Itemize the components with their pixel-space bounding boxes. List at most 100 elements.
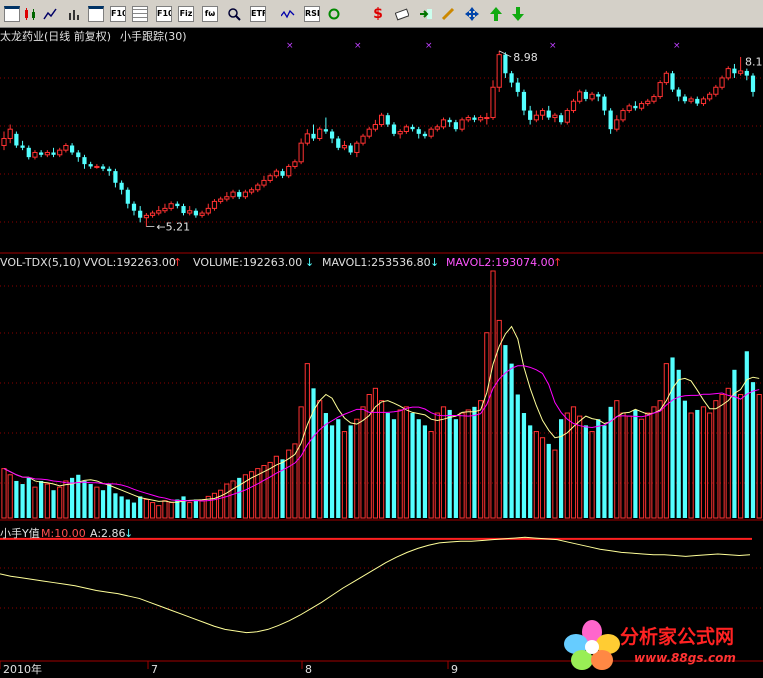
f10-text-button-label: F10 bbox=[156, 6, 172, 22]
candle-body-up bbox=[224, 196, 230, 200]
grid-icon[interactable] bbox=[130, 4, 150, 24]
volume-bar-up bbox=[162, 500, 168, 519]
new-window-icon[interactable] bbox=[2, 4, 22, 24]
candlestick-chart-icon[interactable] bbox=[20, 4, 40, 24]
candle-body-down bbox=[119, 182, 124, 190]
formula-icon[interactable]: fω bbox=[200, 4, 220, 24]
candle-body-up bbox=[533, 114, 539, 121]
candle-body-down bbox=[329, 131, 335, 139]
candle-body-up bbox=[465, 117, 471, 121]
bar-chart-icon[interactable] bbox=[64, 4, 84, 24]
volume-bar-down bbox=[14, 480, 19, 518]
f10-button-label: F10 bbox=[110, 6, 126, 22]
f10-text-button[interactable]: F10 bbox=[154, 4, 174, 24]
candle-body-down bbox=[583, 91, 588, 99]
wave-icon[interactable] bbox=[278, 4, 298, 24]
candle-body-down bbox=[391, 124, 397, 134]
candle-body-up bbox=[738, 70, 744, 74]
import-icon[interactable] bbox=[416, 4, 436, 24]
candle-body-down bbox=[113, 171, 118, 183]
volume-bar-up bbox=[478, 400, 484, 519]
pencil-icon[interactable] bbox=[438, 4, 458, 24]
volume-bar-down bbox=[602, 425, 607, 518]
rsi-button[interactable]: RSI bbox=[302, 4, 322, 24]
candle-body-down bbox=[181, 206, 186, 214]
arrow-down-icon[interactable] bbox=[508, 4, 528, 24]
candle-body-up bbox=[725, 68, 731, 79]
candle-body-down bbox=[20, 145, 25, 148]
candle-body-down bbox=[528, 110, 533, 120]
volume-bar-up bbox=[626, 415, 632, 519]
arrow-up-icon[interactable] bbox=[486, 4, 506, 24]
candle-body-up bbox=[657, 82, 663, 98]
line-chart-icon[interactable] bbox=[40, 4, 60, 24]
candle-body-up bbox=[218, 198, 224, 202]
candle-body-up bbox=[688, 98, 694, 102]
candle-body-up bbox=[168, 203, 174, 209]
candle-body-down bbox=[76, 152, 81, 158]
volume-bar-up bbox=[440, 406, 447, 519]
candle-body-down bbox=[175, 203, 180, 207]
candle-body-up bbox=[577, 91, 583, 102]
volume-bar-up bbox=[490, 270, 496, 519]
toolbar: F10 F10 Fiz fω ETF RSI $ bbox=[0, 0, 763, 28]
candle-body-up bbox=[156, 210, 162, 214]
volume-bar-down bbox=[20, 484, 25, 518]
volume-bar-down bbox=[633, 409, 638, 518]
etf-button[interactable]: ETF bbox=[248, 4, 268, 24]
volume-bar-up bbox=[397, 409, 403, 519]
candle-body-up bbox=[94, 165, 100, 168]
candle-body-up bbox=[187, 210, 193, 214]
candle-body-down bbox=[676, 89, 681, 97]
f10-button[interactable]: F10 bbox=[108, 4, 128, 24]
volume-bar-up bbox=[564, 412, 570, 519]
x-axis-label: 8 bbox=[305, 663, 312, 676]
volume-bar-up bbox=[577, 415, 583, 519]
volume-bar-down bbox=[676, 369, 681, 518]
etf-button-label: ETF bbox=[250, 6, 266, 22]
fiz-button[interactable]: Fiz bbox=[176, 4, 196, 24]
candle-body-down bbox=[602, 96, 607, 111]
move-arrows-icon[interactable] bbox=[462, 4, 482, 24]
window-list-icon[interactable] bbox=[86, 4, 106, 24]
candle-body-up bbox=[7, 128, 13, 139]
candle-body-down bbox=[88, 164, 93, 167]
candle-body-up bbox=[614, 119, 620, 130]
dollar-icon[interactable]: $ bbox=[368, 4, 388, 24]
volume-bar-down bbox=[26, 477, 31, 518]
price-panel-title: 太龙药业(日线 前复权) bbox=[0, 30, 112, 43]
mavol2-up-arrow: ↑ bbox=[553, 256, 563, 269]
refresh-icon[interactable] bbox=[324, 4, 344, 24]
candle-body-up bbox=[484, 117, 490, 120]
volume-bar-down bbox=[39, 480, 44, 518]
candle-body-up bbox=[372, 124, 379, 130]
candle-body-down bbox=[670, 73, 675, 90]
signal-marker: × bbox=[549, 41, 557, 51]
volume-bar-down bbox=[608, 406, 613, 518]
candle-body-down bbox=[131, 203, 137, 211]
candle-body-down bbox=[472, 117, 477, 120]
watermark-url[interactable]: www.88gs.com bbox=[634, 651, 736, 665]
volume-bar-up bbox=[187, 502, 193, 519]
candle-body-down bbox=[138, 210, 143, 218]
candle-body-down bbox=[125, 189, 130, 204]
candle-body-up bbox=[205, 207, 211, 214]
volume-bar-up bbox=[533, 431, 539, 519]
candle-body-down bbox=[280, 171, 285, 176]
candle-body-down bbox=[107, 168, 112, 172]
volume-bar-up bbox=[372, 387, 379, 519]
volume-bar-down bbox=[336, 419, 341, 518]
volume-bar-up bbox=[700, 406, 707, 519]
volume-bar-up bbox=[403, 406, 409, 519]
candle-body-up bbox=[700, 98, 707, 105]
volume-bar-up bbox=[57, 486, 63, 519]
watermark-text: 分析家公式网 bbox=[620, 626, 735, 648]
coupon-icon[interactable] bbox=[392, 4, 412, 24]
candle-body-up bbox=[626, 105, 632, 112]
volume-bar-down bbox=[107, 484, 112, 518]
search-icon[interactable] bbox=[224, 4, 244, 24]
volume-bar-down bbox=[422, 425, 428, 518]
candle-body-up bbox=[341, 144, 348, 149]
candle-body-down bbox=[100, 166, 106, 169]
candle-body-up bbox=[317, 128, 323, 139]
